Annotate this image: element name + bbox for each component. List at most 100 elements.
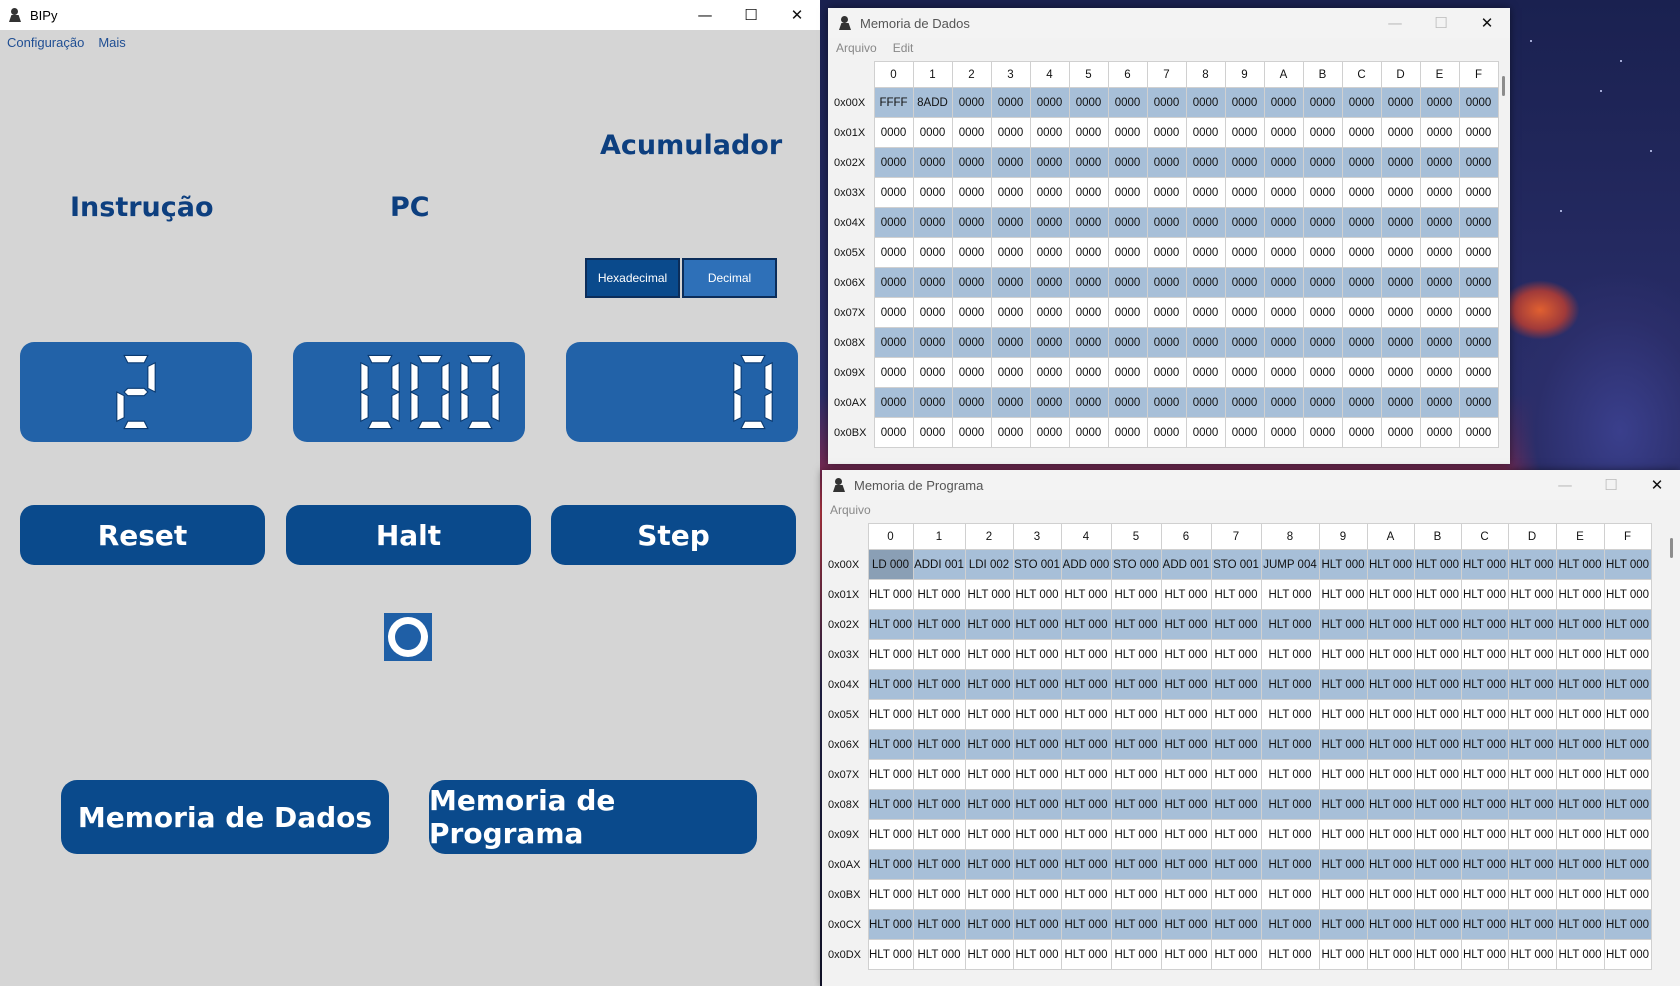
memory-cell[interactable]: HLT 000 [1555,789,1605,820]
memory-cell[interactable]: 0000 [873,297,914,328]
memory-cell[interactable]: HLT 000 [1366,729,1415,760]
decimal-toggle[interactable]: Decimal [682,258,777,298]
memory-cell[interactable]: HLT 000 [1160,819,1212,850]
memory-cell[interactable]: HLT 000 [1318,639,1368,670]
memory-cell[interactable]: HLT 000 [1210,879,1262,910]
memory-cell[interactable]: HLT 000 [1460,729,1509,760]
memory-cell[interactable]: HLT 000 [1507,789,1557,820]
memory-cell[interactable]: ADDI 001 [912,549,966,580]
memory-cell[interactable]: HLT 000 [1460,849,1509,880]
memory-cell[interactable]: 0000 [1302,297,1343,328]
data-memory-button[interactable]: Memoria de Dados [61,780,389,854]
close-button[interactable]: ✕ [774,0,820,30]
memory-cell[interactable]: HLT 000 [1060,669,1112,700]
memory-cell[interactable]: HLT 000 [1603,579,1652,610]
memory-cell[interactable]: HLT 000 [1460,819,1509,850]
memory-cell[interactable]: 0000 [1029,207,1070,238]
memory-cell[interactable]: 0000 [1224,117,1265,148]
memory-cell[interactable]: 0000 [1107,297,1148,328]
memory-cell[interactable]: HLT 000 [1366,819,1415,850]
memory-cell[interactable]: 0000 [1146,357,1187,388]
memory-cell[interactable]: HLT 000 [912,909,966,940]
memory-cell[interactable]: 0000 [1302,87,1343,118]
memory-cell[interactable]: HLT 000 [912,759,966,790]
memory-cell[interactable]: 0000 [951,387,992,418]
memory-cell[interactable]: HLT 000 [1413,699,1462,730]
memory-cell[interactable]: 0000 [912,357,953,388]
memory-cell[interactable]: HLT 000 [1460,669,1509,700]
memory-cell[interactable]: HLT 000 [964,939,1014,970]
reset-button[interactable]: Reset [20,505,265,565]
memory-cell[interactable]: 0000 [873,267,914,298]
memory-cell[interactable]: HLT 000 [1366,549,1415,580]
memory-cell[interactable]: 0000 [1341,297,1382,328]
hexadecimal-toggle[interactable]: Hexadecimal [585,258,680,298]
memory-cell[interactable]: 0000 [1263,387,1304,418]
memory-cell[interactable]: 0000 [1068,177,1109,208]
memory-cell[interactable]: 0000 [1419,357,1460,388]
memory-cell[interactable]: HLT 000 [1012,609,1062,640]
memory-cell[interactable]: STO 001 [1012,549,1062,580]
memory-cell[interactable]: 0000 [1146,237,1187,268]
memory-cell[interactable]: HLT 000 [1366,579,1415,610]
memory-cell[interactable]: HLT 000 [1210,909,1262,940]
memory-cell[interactable]: HLT 000 [867,729,914,760]
memory-cell[interactable]: HLT 000 [867,879,914,910]
memory-cell[interactable]: 0000 [912,177,953,208]
memory-cell[interactable]: HLT 000 [1318,849,1368,880]
memory-cell[interactable]: HLT 000 [1012,939,1062,970]
memory-cell[interactable]: 0000 [873,357,914,388]
memory-cell[interactable]: HLT 000 [1366,849,1415,880]
memory-cell[interactable]: 0000 [1263,357,1304,388]
memory-cell[interactable]: 0000 [1224,357,1265,388]
memory-cell[interactable]: 0000 [990,237,1031,268]
memory-cell[interactable]: HLT 000 [1555,729,1605,760]
memory-cell[interactable]: HLT 000 [1110,789,1162,820]
memory-cell[interactable]: 0000 [1185,207,1226,238]
memory-cell[interactable]: HLT 000 [1460,609,1509,640]
memory-cell[interactable]: 0000 [1185,267,1226,298]
memory-cell[interactable]: 0000 [1263,297,1304,328]
memory-cell[interactable]: 0000 [990,177,1031,208]
memory-cell[interactable]: HLT 000 [1060,759,1112,790]
menu-mais[interactable]: Mais [98,35,125,50]
memory-cell[interactable]: HLT 000 [1260,819,1320,850]
memory-cell[interactable]: 0000 [990,87,1031,118]
memory-cell[interactable]: 0000 [1068,417,1109,448]
data-memory-titlebar[interactable]: Memoria de Dados — ☐ ✕ [828,8,1510,38]
memory-cell[interactable]: 0000 [1419,87,1460,118]
memory-cell[interactable]: HLT 000 [1260,729,1320,760]
memory-cell[interactable]: HLT 000 [1160,849,1212,880]
memory-cell[interactable]: HLT 000 [1012,909,1062,940]
memory-cell[interactable]: 0000 [1029,237,1070,268]
memory-cell[interactable]: 0000 [912,267,953,298]
memory-cell[interactable]: HLT 000 [1110,609,1162,640]
memory-cell[interactable]: 0000 [1341,147,1382,178]
memory-cell[interactable]: 0000 [1302,117,1343,148]
memory-cell[interactable]: HLT 000 [912,669,966,700]
memory-cell[interactable]: HLT 000 [1507,879,1557,910]
memory-cell[interactable]: HLT 000 [1555,639,1605,670]
memory-cell[interactable]: 0000 [1029,297,1070,328]
memory-cell[interactable]: HLT 000 [1507,579,1557,610]
memory-cell[interactable]: 0000 [1419,207,1460,238]
memory-cell[interactable]: HLT 000 [964,849,1014,880]
memory-cell[interactable]: 0000 [1419,297,1460,328]
memory-cell[interactable]: HLT 000 [1413,549,1462,580]
memory-cell[interactable]: 0000 [1107,267,1148,298]
memory-cell[interactable]: HLT 000 [1260,789,1320,820]
memory-cell[interactable]: 0000 [1263,237,1304,268]
memory-cell[interactable]: HLT 000 [1012,819,1062,850]
memory-cell[interactable]: 0000 [1107,417,1148,448]
memory-cell[interactable]: 0000 [1419,177,1460,208]
memory-cell[interactable]: 0000 [912,387,953,418]
memory-cell[interactable]: 0000 [1185,387,1226,418]
memory-cell[interactable]: 0000 [990,207,1031,238]
memory-cell[interactable]: 0000 [1185,417,1226,448]
memory-cell[interactable]: HLT 000 [964,609,1014,640]
memory-cell[interactable]: HLT 000 [1110,639,1162,670]
memory-cell[interactable]: HLT 000 [1413,729,1462,760]
memory-cell[interactable]: 0000 [1068,87,1109,118]
memory-cell[interactable]: HLT 000 [1555,579,1605,610]
memory-cell[interactable]: HLT 000 [1460,939,1509,970]
